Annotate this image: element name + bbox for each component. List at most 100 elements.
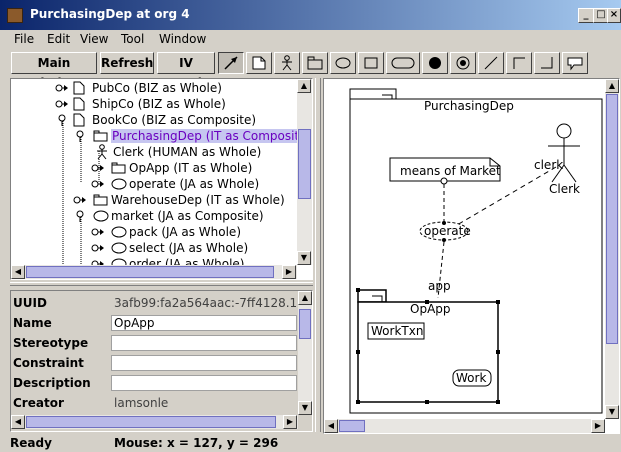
tree-label: PubCo (BIZ as Whole) (92, 81, 222, 95)
diagram-horizontal-scrollbar[interactable]: ◀ ▶ (324, 419, 605, 433)
comment-tool-button[interactable] (562, 52, 588, 74)
menu-file[interactable]: File (14, 32, 34, 46)
scroll-thumb[interactable] (339, 420, 365, 432)
tree-item-shipco[interactable]: ShipCo (BIZ as Whole) (55, 96, 295, 112)
select-tool-button[interactable] (218, 52, 244, 74)
constraint-field[interactable] (111, 355, 297, 371)
note-icon (252, 56, 266, 70)
arrow-icon (224, 56, 238, 70)
package-tool-button[interactable] (302, 52, 328, 74)
folder-icon (93, 194, 108, 206)
property-horizontal-scrollbar[interactable]: ◀ ▶ (11, 415, 298, 429)
uuid-value: 3afb99:fa2a564aac:-7ff4128.178.1 (111, 295, 297, 311)
scroll-up-icon[interactable]: ▲ (298, 291, 312, 305)
name-field[interactable]: OpApp (111, 315, 297, 331)
filled-circle-icon (429, 57, 441, 69)
tree-label: BookCo (BIZ as Composite) (92, 113, 257, 127)
tree-label: operate (JA as Whole) (129, 177, 260, 191)
tree-item-market[interactable]: market (JA as Composite) (73, 208, 312, 224)
tree-item-pubco[interactable]: PubCo (BIZ as Whole) (55, 80, 295, 96)
folder-icon (93, 130, 108, 142)
diagram-vertical-scrollbar[interactable]: ▲ ▼ (605, 79, 619, 419)
class-work[interactable]: Work (452, 369, 492, 387)
rounded-tool-button[interactable] (386, 52, 420, 74)
tree-label: select (JA as Whole) (129, 241, 249, 255)
scroll-thumb[interactable] (26, 266, 274, 278)
scroll-up-icon[interactable]: ▲ (605, 79, 619, 93)
note-text: means of Market (400, 164, 501, 178)
tree-item-pack[interactable]: pack (JA as Whole) (91, 224, 311, 240)
rounded-rect-icon (391, 57, 415, 69)
corner-icon (513, 57, 525, 69)
expanded-toggle-icon (76, 130, 84, 142)
usecase-tool-button[interactable] (330, 52, 356, 74)
description-field[interactable] (111, 375, 297, 391)
scroll-thumb[interactable] (299, 309, 311, 339)
final-state-tool-button[interactable] (450, 52, 476, 74)
minimize-button[interactable]: _ (578, 8, 594, 23)
line-tool-button[interactable] (478, 52, 504, 74)
class-worktxn[interactable]: WorkTxn (367, 322, 425, 340)
status-bar: Ready Mouse: x = 127, y = 296 (0, 434, 621, 452)
tree-item-operate[interactable]: operate (JA as Whole) (91, 176, 311, 192)
scroll-right-icon[interactable]: ▶ (591, 419, 605, 433)
refresh-button[interactable]: Refresh (100, 52, 154, 74)
scroll-thumb[interactable] (606, 94, 618, 344)
menu-edit[interactable]: Edit (47, 32, 70, 46)
scroll-down-icon[interactable]: ▼ (605, 405, 619, 419)
scroll-right-icon[interactable]: ▶ (282, 265, 296, 279)
tree-label: WarehouseDep (IT as Whole) (111, 193, 285, 207)
main-window-button[interactable]: Main Window (11, 52, 97, 90)
stereotype-field[interactable] (111, 335, 297, 351)
comment-icon (567, 57, 583, 71)
tree-item-opapp[interactable]: OpApp (IT as Whole) (91, 160, 311, 176)
tree-item-warehousedep[interactable]: WarehouseDep (IT as Whole) (73, 192, 312, 208)
expanded-toggle-icon (58, 114, 66, 126)
tree-horizontal-scrollbar[interactable]: ◀ ▶ (11, 265, 297, 279)
close-button[interactable]: × (607, 8, 621, 23)
tree-item-select[interactable]: select (JA as Whole) (91, 240, 311, 256)
actor-tool-button[interactable] (274, 52, 300, 74)
property-vertical-scrollbar[interactable]: ▲ ▼ (298, 291, 312, 415)
name-label: Name (13, 316, 52, 330)
horizontal-splitter[interactable] (10, 282, 313, 286)
role-app-label: app (428, 279, 451, 293)
diagram-panel: PurchasingDep means of Market Clerk cler… (323, 78, 620, 434)
class-tool-button[interactable] (358, 52, 384, 74)
class-work-label: Work (456, 371, 486, 385)
tree-item-purchasingdep[interactable]: PurchasingDep (IT as Composite) (73, 128, 312, 144)
menu-view[interactable]: View (80, 32, 108, 46)
role-clerk-label: clerk (534, 158, 563, 172)
scroll-thumb[interactable] (26, 416, 276, 428)
uml-diagram-canvas: PurchasingDep means of Market Clerk cler… (349, 88, 603, 414)
tree-vertical-scrollbar[interactable]: ▲ ▼ (297, 79, 312, 265)
folder-icon (111, 162, 126, 174)
title-bar: PurchasingDep at org 4 _ □ × (0, 0, 621, 30)
tree-label-selected: PurchasingDep (IT as Composite) (111, 129, 312, 143)
scroll-thumb[interactable] (298, 129, 311, 199)
tree-label: ShipCo (BIZ as Whole) (92, 97, 226, 111)
scroll-right-icon[interactable]: ▶ (283, 415, 297, 429)
state-tool-button[interactable] (422, 52, 448, 74)
package-opapp[interactable]: OpApp (356, 288, 500, 404)
status-ready: Ready (10, 436, 52, 450)
tree-item-clerk[interactable]: Clerk (HUMAN as Whole) (91, 144, 311, 160)
iv-synch-button[interactable]: IV Synch (157, 52, 215, 90)
scroll-left-icon[interactable]: ◀ (324, 419, 338, 433)
menu-window[interactable]: Window (159, 32, 206, 46)
note-tool-button[interactable] (246, 52, 272, 74)
corner-tool-button[interactable] (506, 52, 532, 74)
tree-panel: PubCo (BIZ as Whole) ShipCo (BIZ as Whol… (10, 78, 313, 280)
document-icon (73, 113, 85, 127)
tree-item-bookco[interactable]: BookCo (BIZ as Composite) (55, 112, 295, 128)
corner-right-tool-button[interactable] (534, 52, 560, 74)
scroll-left-icon[interactable]: ◀ (11, 415, 25, 429)
vertical-splitter[interactable] (315, 78, 321, 432)
scroll-down-icon[interactable]: ▼ (297, 251, 311, 265)
menu-tool[interactable]: Tool (121, 32, 144, 46)
note-means-of-market[interactable]: means of Market (389, 157, 501, 185)
scroll-up-icon[interactable]: ▲ (297, 79, 311, 93)
scroll-down-icon[interactable]: ▼ (298, 401, 312, 415)
creator-label: Creator (13, 396, 64, 410)
scroll-left-icon[interactable]: ◀ (11, 265, 25, 279)
